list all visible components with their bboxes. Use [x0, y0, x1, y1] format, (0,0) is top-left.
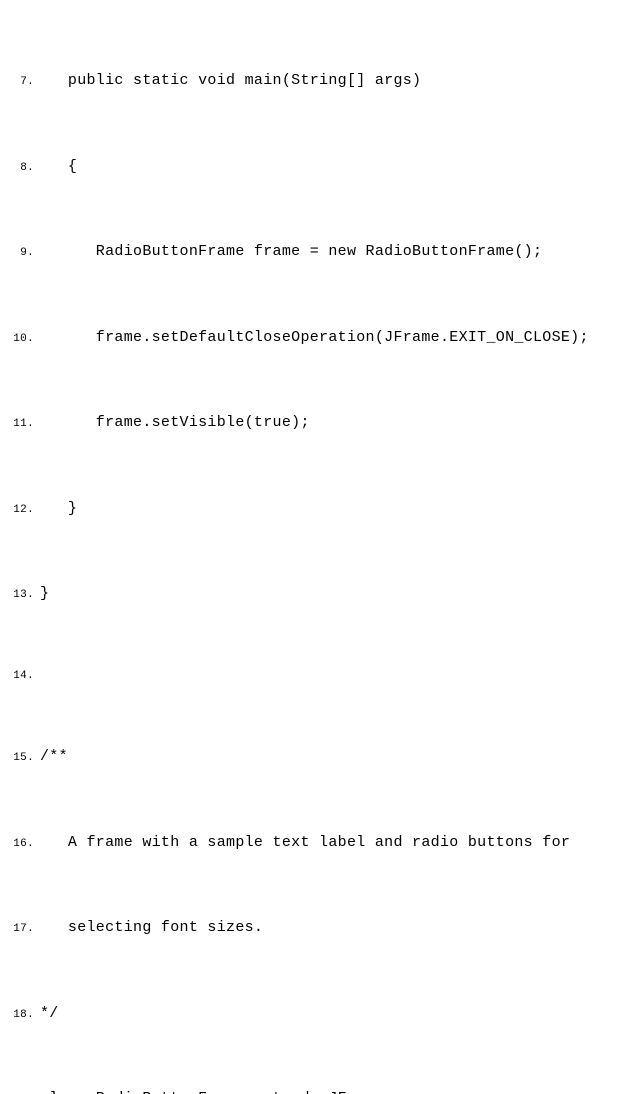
line-number: 9.: [0, 243, 40, 264]
line-number: 14.: [0, 666, 40, 687]
code-line: 16. A frame with a sample text label and…: [0, 829, 630, 858]
code-content: public static void main(String[] args): [40, 67, 421, 96]
code-line: 8. {: [0, 153, 630, 182]
code-line: 14.: [0, 666, 630, 687]
line-number: 19.: [0, 1090, 40, 1094]
line-number: 10.: [0, 329, 40, 350]
code-line: 11. frame.setVisible(true);: [0, 409, 630, 438]
code-line: 18. */: [0, 1000, 630, 1029]
line-number: 16.: [0, 834, 40, 855]
code-line: 7. public static void main(String[] args…: [0, 67, 630, 96]
code-content: class RadioButtonFrame extends JFrame: [40, 1085, 384, 1094]
code-content: frame.setVisible(true);: [40, 409, 310, 438]
line-number: 8.: [0, 158, 40, 179]
code-content: A frame with a sample text label and rad…: [40, 829, 570, 858]
line-number: 18.: [0, 1005, 40, 1026]
line-number: 11.: [0, 414, 40, 435]
code-line: 15. /**: [0, 743, 630, 772]
line-number: 12.: [0, 500, 40, 521]
line-number: 15.: [0, 748, 40, 769]
line-number: 7.: [0, 72, 40, 93]
code-line: 13. }: [0, 580, 630, 609]
code-line: 10. frame.setDefaultCloseOperation(JFram…: [0, 324, 630, 353]
code-content: }: [40, 580, 49, 609]
code-content: */: [40, 1000, 59, 1029]
code-line: 12. }: [0, 495, 630, 524]
code-line: 9. RadioButtonFrame frame = new RadioBut…: [0, 238, 630, 267]
code-content: {: [40, 153, 77, 182]
code-listing: 7. public static void main(String[] args…: [0, 10, 630, 1094]
code-line: 19. class RadioButtonFrame extends JFram…: [0, 1085, 630, 1094]
line-number: 17.: [0, 919, 40, 940]
code-content: RadioButtonFrame frame = new RadioButton…: [40, 238, 542, 267]
code-content: }: [40, 495, 77, 524]
code-content: /**: [40, 743, 68, 772]
line-number: 13.: [0, 585, 40, 606]
code-line: 17. selecting font sizes.: [0, 914, 630, 943]
code-content: selecting font sizes.: [40, 914, 263, 943]
code-content: frame.setDefaultCloseOperation(JFrame.EX…: [40, 324, 589, 353]
